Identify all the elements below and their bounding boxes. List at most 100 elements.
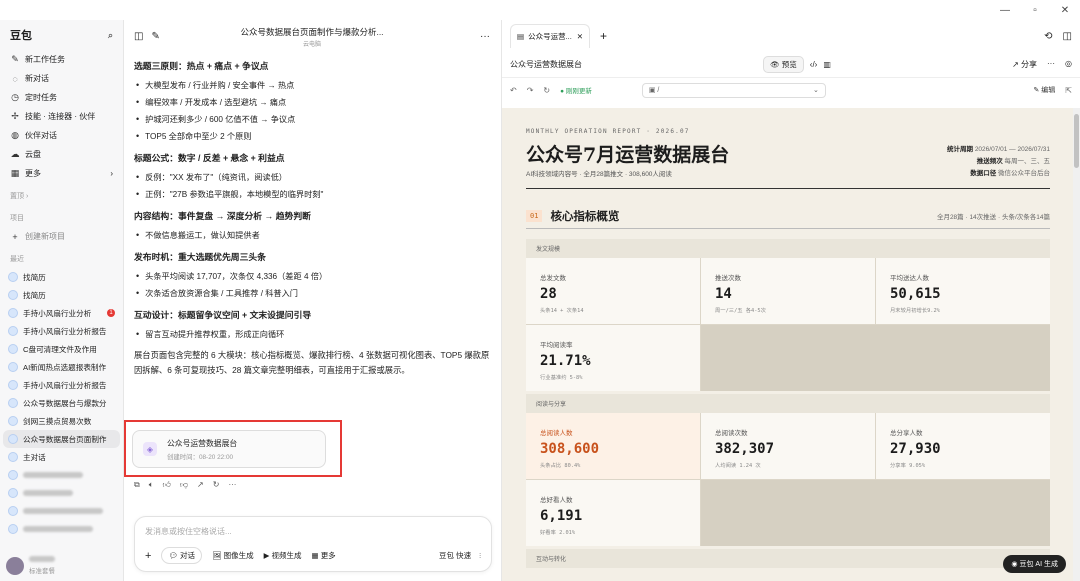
bullet-item: TOP5 全部命中至少 2 个原则 bbox=[134, 127, 494, 144]
partner-icon: ◍ bbox=[11, 130, 19, 140]
empty-cell bbox=[701, 480, 1050, 546]
tool-chat[interactable]: 💬︎ 对话 bbox=[161, 547, 203, 564]
browser-bar: ↶ ↷ ↻ ● 刚刚更新 ▣ / ⌄ ✎ 编辑 ⇱ bbox=[502, 78, 1080, 102]
back-icon[interactable]: ↶ bbox=[510, 86, 517, 95]
recent-chat-item[interactable]: 剑网三摸点贸易次数 bbox=[0, 412, 123, 430]
tool-image[interactable]: 🖼︎ 图像生成 bbox=[212, 550, 254, 561]
share-icon[interactable]: ↗ bbox=[197, 480, 204, 490]
bullet-item: 次条适合放资源合集 / 工具推荐 / 科普入门 bbox=[134, 284, 494, 301]
list-item[interactable] bbox=[0, 484, 123, 502]
new-tab-icon[interactable]: + bbox=[600, 29, 607, 43]
doc-toolbar: 公众号运营数据展台 👁︎ 预览 ‹/› ▥ ↗ 分享 ··· ◎ bbox=[502, 52, 1080, 78]
recent-chat-item[interactable]: 公众号数据展台与爆款分 bbox=[0, 394, 123, 412]
thumbs-up-icon[interactable]: 👍︎ bbox=[163, 480, 171, 490]
report-meta: 统计周期 2026/07/01 — 2026/07/31 推送频次 每周一、三、五… bbox=[947, 144, 1050, 180]
metric-label: 总阅读次数 bbox=[715, 430, 748, 437]
expand-icon[interactable]: ⇱ bbox=[1065, 86, 1072, 95]
forward-icon[interactable]: ↷ bbox=[527, 86, 534, 95]
voice-icon[interactable]: ⫶ bbox=[479, 551, 481, 561]
metric-desc: 人均阅读 1.24 次 bbox=[715, 463, 761, 469]
ai-generated-badge[interactable]: ◉ 豆包 AI 生成 bbox=[1003, 555, 1066, 573]
unread-badge: 1 bbox=[107, 309, 115, 317]
grid-icon: ▦ bbox=[10, 168, 20, 178]
metric-card: 总好看人数 6,191 好看率 2.01% bbox=[526, 480, 700, 546]
more-icon[interactable]: ··· bbox=[228, 480, 236, 490]
panel-layout-icon[interactable]: ◫ bbox=[1063, 31, 1072, 42]
thumbs-down-icon[interactable]: 👎︎ bbox=[180, 480, 188, 490]
compass-icon[interactable]: ◎ bbox=[1065, 59, 1072, 70]
bullet-item: 护城河还剩多少 / 600 亿值不值 → 争议点 bbox=[134, 110, 494, 127]
preview-button[interactable]: 👁︎ 预览 bbox=[763, 56, 804, 73]
message-input[interactable]: 发消息或按住空格说话... bbox=[145, 526, 232, 537]
metric-label: 平均送达人数 bbox=[890, 275, 929, 282]
speaker-icon[interactable]: 🔈︎ bbox=[149, 480, 154, 490]
window-controls: — ▫ ✕ bbox=[990, 0, 1080, 20]
recent-chat-item[interactable]: AI新闻热点选题报表制作 bbox=[0, 358, 123, 376]
doc-icon: ▤ bbox=[517, 32, 525, 41]
recent-chat-item[interactable]: 找简历 bbox=[0, 268, 123, 286]
recent-chat-item[interactable]: 找简历 bbox=[0, 286, 123, 304]
sidebar-item-3[interactable]: ✢ 技能 · 连接器 · 伙伴 bbox=[0, 107, 123, 126]
tool-video[interactable]: ▶ 视频生成 bbox=[264, 550, 302, 561]
more-icon[interactable]: ··· bbox=[1047, 59, 1055, 70]
list-item[interactable] bbox=[0, 520, 123, 538]
user-profile[interactable]: 标准套餐 bbox=[6, 556, 55, 575]
tool-more[interactable]: ▦ 更多 bbox=[312, 550, 336, 561]
regenerate-icon[interactable]: ↻ bbox=[213, 480, 220, 490]
artifact-card[interactable]: ◈ 公众号运营数据展台 创建时间：08-20 22:00 bbox=[132, 430, 326, 468]
metric-desc: 周一/三/五 各4-5次 bbox=[715, 308, 766, 314]
edit-button[interactable]: ✎ 编辑 bbox=[1033, 85, 1055, 95]
clock-icon: ◷ bbox=[11, 92, 19, 102]
address-bar[interactable]: ▣ / ⌄ bbox=[641, 82, 826, 98]
sidebar-item-5[interactable]: ☁ 云盘 bbox=[0, 145, 123, 164]
recent-chat-item[interactable]: 手持小风扇行业分析 1 bbox=[0, 304, 123, 322]
metric-desc: 头条14 + 次条14 bbox=[540, 308, 584, 314]
metric-card: 平均阅读率 21.71% 行业基准约 5-8% bbox=[526, 325, 700, 391]
avatar bbox=[6, 556, 24, 575]
sidebar-item-4[interactable]: ◍ 伙伴对话 bbox=[0, 126, 123, 145]
sidebar-item-0[interactable]: ✎ 新工作任务 bbox=[0, 50, 123, 69]
copy-icon[interactable]: ⧉ bbox=[134, 480, 140, 490]
user-plan: 标准套餐 bbox=[29, 568, 55, 575]
preview-panel: ▤ 公众号运营... ✕ + ⟲ ◫ 公众号运营数据展台 👁︎ 预览 ‹/› ▥… bbox=[501, 20, 1080, 581]
model-selector[interactable]: 豆包 快速 bbox=[439, 550, 471, 561]
bullet-item: 不做信息搬运工，做认知提供者 bbox=[134, 226, 494, 243]
chevron-right-icon: › bbox=[110, 169, 113, 178]
plus-icon: + bbox=[12, 231, 18, 242]
chat-avatar bbox=[8, 362, 18, 372]
search-icon[interactable]: ⌕ bbox=[108, 30, 113, 41]
new-project-button[interactable]: + 创建新项目 bbox=[0, 227, 123, 246]
reload-icon[interactable]: ↻ bbox=[543, 86, 550, 95]
recent-chat-item[interactable]: 公众号数据展台页面制作 bbox=[3, 430, 120, 448]
recent-chat-item[interactable]: 手持小风扇行业分析报告 bbox=[0, 376, 123, 394]
recent-chat-item[interactable]: 主对话 bbox=[0, 448, 123, 466]
sidebar-item-6[interactable]: ▦ 更多 › bbox=[0, 164, 123, 183]
sidebar-item-1[interactable]: ◌ 新对话 bbox=[0, 69, 123, 88]
list-item[interactable] bbox=[0, 466, 123, 484]
message-input-box[interactable]: 发消息或按住空格说话... + 💬︎ 对话 🖼︎ 图像生成 ▶ 视频生成 ▦ 更… bbox=[134, 516, 492, 572]
recent-chat-item[interactable]: C盘可清理文件及作用 bbox=[0, 340, 123, 358]
metric-value: 6,191 bbox=[540, 508, 583, 524]
section-heading: 内容结构：事件复盘 → 深度分析 → 趋势判断 bbox=[134, 210, 311, 221]
recent-chat-item[interactable]: 手持小风扇行业分析报告 bbox=[0, 322, 123, 340]
chat-avatar bbox=[8, 452, 18, 462]
minimize-icon[interactable]: — bbox=[990, 0, 1020, 20]
scrollbar[interactable] bbox=[1073, 108, 1080, 581]
code-icon[interactable]: ‹/› bbox=[810, 60, 818, 69]
metric-value: 50,615 bbox=[890, 286, 941, 302]
close-icon[interactable]: ✕ bbox=[1050, 0, 1080, 20]
close-icon[interactable]: ✕ bbox=[577, 32, 583, 41]
share-button[interactable]: ↗ 分享 bbox=[1012, 59, 1037, 70]
refresh-window-icon[interactable]: ⟲ bbox=[1044, 31, 1052, 42]
plus-icon[interactable]: + bbox=[145, 550, 151, 562]
list-item[interactable] bbox=[0, 502, 123, 520]
section-pinned[interactable]: 置顶 › bbox=[0, 187, 123, 205]
tab-report[interactable]: ▤ 公众号运营... ✕ bbox=[510, 24, 590, 48]
doc-title: 公众号运营数据展台 bbox=[510, 60, 582, 69]
sidebar-item-2[interactable]: ◷ 定时任务 bbox=[0, 88, 123, 107]
metric-card: 总阅读人数 308,600 头条占比 80.4% bbox=[526, 413, 700, 479]
app-window: — ▫ ✕ 豆包 ⌕ ✎ 新工作任务 ◌ 新对话 ◷ 定时任务 ✢ 技能 · 连接器 · 伙伴… bbox=[0, 0, 1080, 581]
maximize-icon[interactable]: ▫ bbox=[1020, 0, 1050, 20]
metric-desc: 头条占比 80.4% bbox=[540, 463, 581, 469]
chart-icon[interactable]: ▥ bbox=[823, 60, 831, 69]
